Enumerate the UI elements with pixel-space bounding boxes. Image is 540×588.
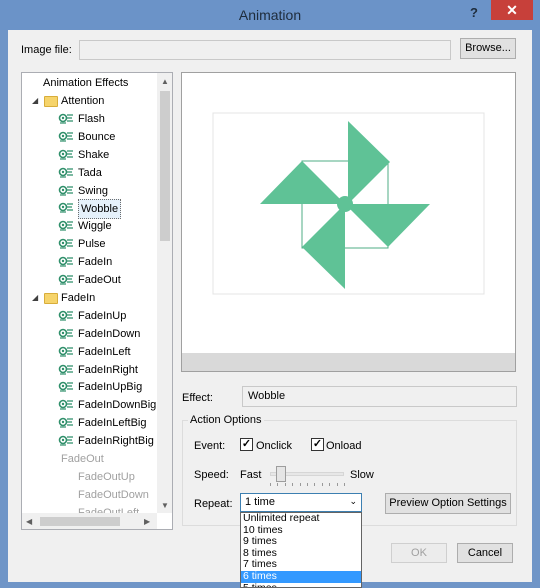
effect-icon (58, 435, 73, 446)
animation-preview (181, 72, 516, 372)
cancel-button[interactable]: Cancel (457, 543, 513, 563)
tree-root[interactable]: Animation Effects (43, 74, 128, 92)
tree-horizontal-scrollbar[interactable]: ◀ ▶ (22, 513, 157, 529)
preview-canvas (212, 112, 485, 295)
repeat-option[interactable]: 6 times (241, 570, 361, 583)
effect-label: Effect: (182, 392, 213, 404)
expander-icon[interactable]: ◢ (32, 97, 40, 105)
scroll-down-icon[interactable]: ▼ (161, 501, 169, 510)
effect-icon (58, 167, 73, 178)
repeat-dropdown-list[interactable]: Unlimited repeat 10 times 9 times 8 times 7 … (240, 512, 362, 588)
effect-icon (58, 364, 73, 375)
image-file-label: Image file: (21, 44, 72, 56)
slider-tick (336, 483, 338, 486)
slider-tick (284, 483, 286, 486)
effect-icon (58, 256, 73, 267)
preview-strip (182, 353, 515, 371)
effect-icon (58, 382, 73, 392)
title-bar[interactable]: Animation ? ✕ (0, 0, 540, 30)
image-file-input[interactable] (79, 40, 451, 60)
tree-scroll-thumb[interactable] (160, 91, 170, 241)
slider-tick (299, 483, 301, 486)
slider-tick (270, 483, 271, 486)
speed-slider-thumb[interactable] (276, 466, 287, 482)
ok-button[interactable]: OK (391, 543, 447, 563)
folder-icon (44, 96, 58, 107)
slider-tick (329, 483, 331, 486)
effect-icon (58, 113, 73, 124)
repeat-label: Repeat: (194, 498, 233, 510)
window-title: Animation (238, 7, 302, 23)
slider-tick (307, 483, 308, 486)
event-label: Event: (194, 440, 226, 452)
onclick-label[interactable]: Onclick (256, 440, 292, 452)
help-button[interactable]: ? (466, 5, 482, 21)
slider-tick (277, 483, 279, 486)
effect-icon (58, 149, 73, 160)
slider-tick (292, 483, 294, 486)
tree-vertical-scrollbar[interactable]: ▲ ▼ (157, 73, 172, 513)
repeat-option[interactable]: Unlimited repeat (241, 513, 361, 525)
effect-icon (58, 203, 73, 213)
effect-icon (58, 131, 73, 142)
action-options-title: Action Options (188, 414, 264, 426)
speed-label: Speed: (194, 469, 229, 481)
effect-icon (58, 185, 73, 196)
repeat-select[interactable]: 1 time ⌄ (240, 493, 362, 512)
speed-fast-label: Fast (240, 469, 262, 481)
effect-icon (58, 417, 73, 428)
scroll-left-icon[interactable]: ◀ (26, 517, 32, 526)
speed-slow-label: Slow (350, 469, 374, 481)
effect-icon (58, 238, 73, 249)
effect-icon (58, 328, 73, 339)
tree-hscroll-thumb[interactable] (40, 517, 120, 526)
expander-icon[interactable] (32, 455, 40, 463)
onclick-checkbox[interactable]: ✓ (240, 438, 253, 451)
scroll-up-icon[interactable]: ▲ (161, 77, 169, 86)
slider-tick (321, 483, 323, 486)
chevron-down-icon[interactable]: ⌄ (349, 496, 357, 507)
effect-icon (58, 399, 73, 410)
scroll-right-icon[interactable]: ▶ (144, 517, 150, 526)
effect-field: Wobble (242, 386, 517, 407)
effect-icon (58, 220, 73, 231)
effect-icon (58, 346, 73, 357)
pinwheel-image (260, 121, 430, 289)
slider-tick (344, 483, 345, 486)
effect-icon (58, 274, 73, 285)
repeat-option[interactable]: 5 times (241, 582, 361, 587)
browse-button[interactable]: Browse... (460, 38, 516, 59)
onload-label[interactable]: Onload (326, 440, 361, 452)
effect-icon (58, 310, 73, 321)
close-button[interactable]: ✕ (491, 0, 533, 20)
folder-icon (44, 292, 58, 304)
onload-checkbox[interactable]: ✓ (311, 438, 324, 451)
repeat-select-value: 1 time (245, 496, 275, 508)
slider-tick (314, 483, 316, 486)
effects-tree[interactable]: Animation Effects ◢ Attention Flash Bounce S… (21, 72, 173, 530)
expander-icon[interactable]: ◢ (32, 293, 40, 302)
preview-option-settings-button[interactable]: Preview Option Settings (385, 493, 511, 514)
